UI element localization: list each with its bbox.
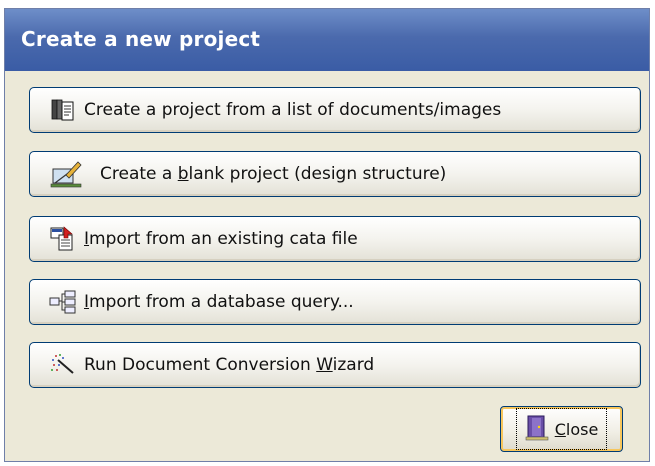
import-cata-file-label: Import from an existing cata file [84, 229, 358, 249]
create-blank-project-label: Create a blank project (design structure… [100, 164, 447, 184]
create-from-list-label: Create a project from a list of document… [84, 100, 502, 120]
door-exit-icon [525, 413, 551, 445]
documents-stack-icon [48, 95, 78, 125]
run-conversion-wizard-button[interactable]: Run Document Conversion Wizard [29, 342, 641, 388]
dialog-titlebar: Create a new project [5, 9, 649, 71]
import-database-query-label: Import from a database query... [84, 292, 354, 312]
close-button[interactable]: Close [500, 406, 623, 452]
create-blank-project-button[interactable]: Create a blank project (design structure… [29, 151, 641, 197]
import-file-icon [48, 224, 78, 254]
close-focus-rect: Close [515, 408, 608, 450]
design-ruler-pencil-icon [48, 159, 86, 189]
run-conversion-wizard-label: Run Document Conversion Wizard [84, 355, 375, 375]
create-project-dialog: Create a new project Create a project fr… [4, 8, 650, 462]
create-from-list-button[interactable]: Create a project from a list of document… [29, 87, 641, 133]
import-database-query-button[interactable]: Import from a database query... [29, 279, 641, 325]
dialog-title: Create a new project [21, 27, 261, 51]
import-cata-file-button[interactable]: Import from an existing cata file [29, 216, 641, 262]
close-label: Close [554, 419, 599, 439]
magic-wand-icon [48, 350, 78, 380]
database-tree-icon [48, 287, 78, 317]
